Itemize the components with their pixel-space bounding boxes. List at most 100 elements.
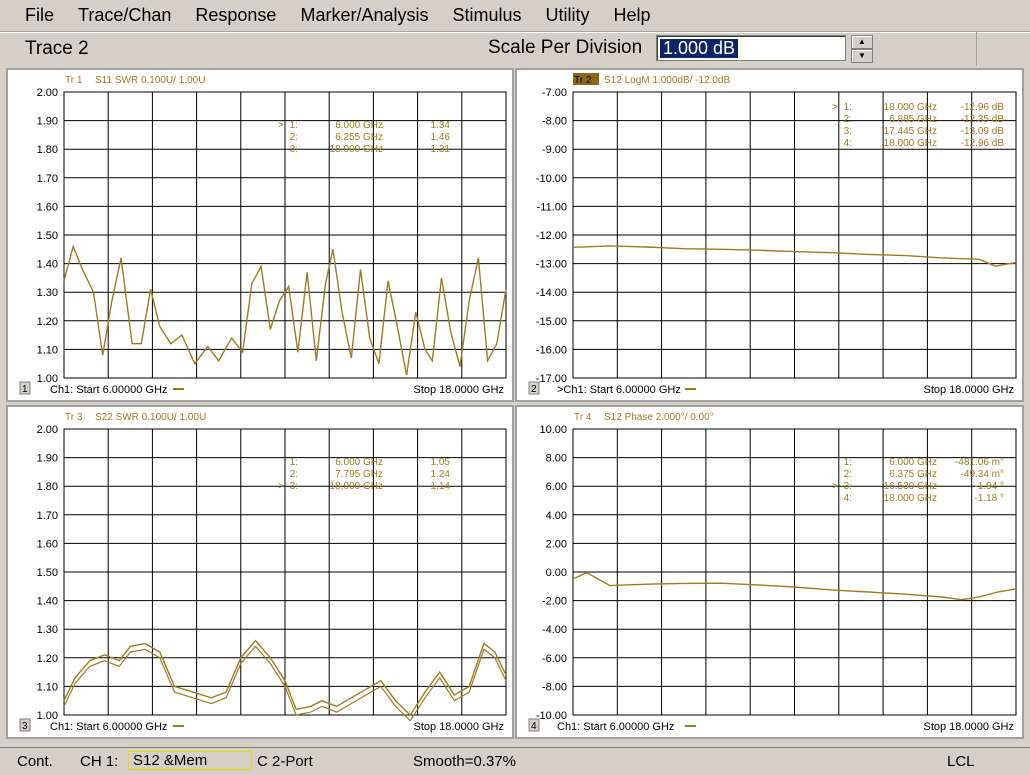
start-frequency[interactable]: >Ch1: Start 6.00000 GHz — [557, 384, 681, 396]
y-tick-label: 1.80 — [37, 144, 58, 156]
menu-utility[interactable]: Utility — [532, 0, 600, 31]
menu-response[interactable]: Response — [181, 0, 286, 31]
y-tick-label: 1.50 — [37, 230, 58, 242]
scale-value: 1.000 dB — [660, 39, 739, 58]
y-tick-label: -10.00 — [536, 173, 567, 185]
scale-spinner[interactable]: ▲ ▼ — [851, 35, 873, 63]
y-tick-label: 1.80 — [37, 481, 58, 493]
spin-down-icon[interactable]: ▼ — [851, 49, 873, 63]
marker-value: 1.34 — [431, 120, 451, 131]
marker-id: 1: — [290, 120, 298, 131]
marker-value: 1.14 — [431, 481, 451, 492]
marker-id: 2: — [844, 469, 852, 480]
trace-window-2[interactable]: -7.00 -8.00 -9.00 -10.00 -11.00 -12.00 -13.00 -… — [515, 68, 1024, 402]
trace-title[interactable]: S12 LogM 1.000dB/ -12.0dB — [604, 75, 731, 86]
trace-window-4[interactable]: 10.00 8.00 6.00 4.00 2.00 0.00 -2.00 -4.00 -6.00… — [515, 405, 1024, 739]
sweep-mode[interactable]: Cont. — [17, 753, 53, 770]
remote-status: LCL — [947, 753, 975, 770]
marker-selected-icon: > — [832, 102, 838, 113]
marker-frequency: 18.000 GHz — [884, 493, 937, 504]
y-tick-label: -9.00 — [542, 144, 567, 156]
marker-id: 2: — [844, 114, 852, 125]
menu-trace-chan[interactable]: Trace/Chan — [64, 0, 181, 31]
y-tick-label: 1.90 — [37, 116, 58, 128]
marker-id: 3: — [290, 481, 298, 492]
plot-4[interactable]: 10.00 8.00 6.00 4.00 2.00 0.00 -2.00 -4.00 -6.00… — [517, 407, 1022, 737]
y-tick-label: 1.60 — [37, 201, 58, 213]
marker-id: 3: — [290, 144, 298, 155]
trace-window-1[interactable]: 2.00 1.90 1.80 1.70 1.60 1.50 1.40 1.30 1.20 1.10… — [6, 68, 514, 402]
marker-value: -12.35 dB — [961, 114, 1005, 125]
trace-number[interactable]: Tr 1 — [65, 75, 83, 86]
marker-value: -49.34 m° — [961, 469, 1004, 480]
stop-frequency[interactable]: Stop 18.0000 GHz — [923, 384, 1014, 396]
trace-title[interactable]: S11 SWR 0.100U/ 1.00U — [95, 75, 205, 86]
marker-value: -1.94 ° — [974, 481, 1004, 492]
marker-value: -12.96 dB — [961, 102, 1005, 113]
trace-title[interactable]: S22 SWR 0.100U/ 1.00U — [95, 412, 206, 423]
stop-frequency[interactable]: Stop 18.0000 GHz — [923, 721, 1014, 733]
marker-value: 1.46 — [431, 132, 451, 143]
y-tick-label: 1.90 — [37, 453, 58, 465]
smoothing-status[interactable]: Smooth=0.37% — [413, 753, 516, 770]
start-frequency[interactable]: Ch1: Start 6.00000 GHz — [557, 721, 674, 733]
plot-1[interactable]: 2.00 1.90 1.80 1.70 1.60 1.50 1.40 1.30 1.20 1.10… — [8, 70, 512, 400]
menu-help[interactable]: Help — [600, 0, 661, 31]
channel-label: CH 1: — [80, 753, 119, 770]
marker-frequency: 6.885 GHz — [889, 114, 937, 125]
marker-frequency: 6.000 GHz — [889, 457, 937, 468]
marker-frequency: 7.795 GHz — [335, 469, 383, 480]
marker-frequency: 18.000 GHz — [330, 481, 383, 492]
y-tick-label: 1.20 — [37, 653, 58, 665]
marker-value: 1.31 — [431, 144, 451, 155]
marker-frequency: 6.375 GHz — [889, 469, 937, 480]
y-tick-label: -6.00 — [542, 653, 567, 665]
scale-per-division-input[interactable]: 1.000 dB — [656, 35, 846, 61]
toolbar: Trace 2 Scale Per Division 1.000 dB ▲ ▼ — [0, 32, 1030, 67]
y-tick-label: 1.30 — [37, 624, 58, 636]
calibration-status[interactable]: C 2-Port — [257, 753, 313, 770]
marker-selected-icon: > — [832, 481, 838, 492]
marker-id: 1: — [290, 457, 298, 468]
y-tick-label: -8.00 — [542, 681, 567, 693]
trace-number[interactable]: Tr 4 — [574, 412, 592, 423]
plot-3[interactable]: 2.00 1.90 1.80 1.70 1.60 1.50 1.40 1.30 1.20 1.10… — [8, 407, 512, 737]
marker-selected-icon: > — [278, 120, 284, 131]
window-number: 1 — [22, 384, 28, 395]
window-number: 3 — [22, 721, 28, 732]
marker-frequency: 17.445 GHz — [884, 126, 937, 137]
y-tick-label: 0.00 — [546, 567, 567, 579]
y-tick-label: -8.00 — [542, 116, 567, 128]
menu-marker-analysis[interactable]: Marker/Analysis — [286, 0, 438, 31]
active-measurement-box[interactable]: S12 &Mem — [128, 751, 252, 770]
marker-frequency: 6.000 GHz — [335, 457, 383, 468]
marker-frequency: 18.000 GHz — [884, 102, 937, 113]
trace-window-3[interactable]: 2.00 1.90 1.80 1.70 1.60 1.50 1.40 1.30 1.20 1.10… — [6, 405, 514, 739]
start-frequency[interactable]: Ch1: Start 6.00000 GHz — [50, 384, 167, 396]
y-tick-label: -4.00 — [542, 624, 567, 636]
y-tick-label: 2.00 — [37, 424, 58, 436]
marker-id: 4: — [844, 138, 852, 149]
menu-file[interactable]: File — [0, 0, 64, 31]
trace-number[interactable]: Tr 3 — [65, 412, 83, 423]
stop-frequency[interactable]: Stop 18.0000 GHz — [413, 384, 504, 396]
y-tick-label: 1.70 — [37, 510, 58, 522]
spin-up-icon[interactable]: ▲ — [851, 35, 873, 49]
menu-stimulus[interactable]: Stimulus — [438, 0, 531, 31]
scale-per-division-label: Scale Per Division — [488, 37, 643, 58]
y-tick-label: 1.10 — [37, 681, 58, 693]
y-tick-label: 10.00 — [539, 424, 567, 436]
marker-frequency: 18.000 GHz — [330, 144, 383, 155]
stop-frequency[interactable]: Stop 18.0000 GHz — [413, 721, 504, 733]
marker-id: 2: — [290, 132, 298, 143]
marker-id: 1: — [844, 102, 852, 113]
y-tick-label: 1.40 — [37, 596, 58, 608]
toolbar-divider — [976, 32, 977, 66]
plot-2[interactable]: -7.00 -8.00 -9.00 -10.00 -11.00 -12.00 -13.00 -… — [517, 70, 1022, 400]
trace-title[interactable]: S12 Phase 2.000°/ 0.00° — [604, 412, 714, 423]
start-frequency[interactable]: Ch1: Start 6.00000 GHz — [50, 721, 167, 733]
y-tick-label: 1.40 — [37, 259, 58, 271]
y-tick-label: -2.00 — [542, 596, 567, 608]
y-tick-label: 2.00 — [546, 538, 567, 550]
trace-number[interactable]: Tr 2 — [574, 75, 592, 86]
